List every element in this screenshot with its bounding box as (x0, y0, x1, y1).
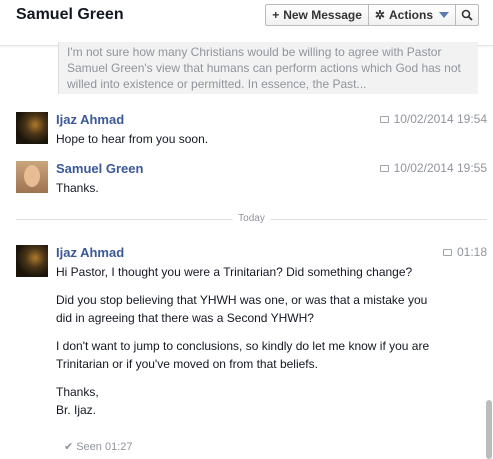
chat-bubble-icon (442, 248, 452, 256)
sender-name[interactable]: Samuel Green (56, 161, 143, 176)
gear-icon: ✲ (374, 8, 385, 22)
avatar[interactable] (16, 245, 48, 277)
new-message-label: New Message (283, 8, 362, 22)
chevron-down-icon (439, 12, 449, 18)
actions-button[interactable]: ✲ Actions (367, 4, 456, 26)
chat-bubble-icon (379, 164, 389, 172)
message-paragraph: Hope to hear from you soon. (56, 132, 209, 146)
message-body: Hi Pastor, I thought you were a Trinitar… (56, 263, 436, 429)
message-timestamp: 10/02/2014 19:54 (379, 112, 487, 126)
message-paragraph: Br. Ijaz. (56, 403, 97, 417)
sender-name[interactable]: Ijaz Ahmad (56, 245, 124, 260)
seen-indicator: ✔ Seen 01:27 (64, 440, 133, 453)
date-divider-label: Today (232, 213, 271, 224)
avatar[interactable] (16, 161, 48, 193)
new-message-button[interactable]: + New Message (265, 4, 369, 26)
message-item: Samuel Green 10/02/2014 19:55 Thanks. (16, 161, 487, 201)
timestamp-text: 10/02/2014 19:55 (393, 161, 487, 175)
message-paragraph: Did you stop believing that YHWH was one… (56, 293, 428, 325)
message-paragraph: Thanks. (56, 181, 99, 195)
message-paragraph: Hi Pastor, I thought you were a Trinitar… (56, 265, 413, 279)
search-button[interactable] (455, 4, 479, 26)
conversation-header: Samuel Green + New Message ✲ Actions (0, 0, 493, 46)
header-toolbar: + New Message ✲ Actions (265, 4, 479, 26)
avatar[interactable] (16, 112, 48, 144)
sender-name[interactable]: Ijaz Ahmad (56, 112, 124, 127)
scrollbar[interactable] (486, 400, 492, 459)
message-item: Ijaz Ahmad 10/02/2014 19:54 Hope to hear… (16, 112, 487, 152)
message-body: Hope to hear from you soon. (56, 130, 436, 158)
message-body: Thanks. (56, 179, 436, 207)
message-paragraph: Thanks, (56, 385, 99, 399)
seen-label: Seen 01:27 (76, 441, 133, 453)
checkmark-icon: ✔ (64, 441, 74, 453)
message-paragraph: I don't want to jump to conclusions, so … (56, 339, 430, 371)
timestamp-text: 01:18 (456, 245, 487, 259)
quoted-message-preview[interactable]: I'm not sure how many Christians would b… (58, 42, 478, 94)
message-timestamp: 01:18 (442, 245, 487, 259)
plus-icon: + (272, 8, 280, 22)
actions-label: Actions (388, 8, 433, 22)
chat-bubble-icon (379, 115, 389, 123)
message-item: Ijaz Ahmad 01:18 Hi Pastor, I thought yo… (16, 245, 487, 435)
search-icon (461, 9, 473, 21)
date-divider: Today (16, 213, 487, 224)
message-timestamp: 10/02/2014 19:55 (379, 161, 487, 175)
timestamp-text: 10/02/2014 19:54 (393, 112, 487, 126)
conversation-title: Samuel Green (16, 6, 124, 23)
